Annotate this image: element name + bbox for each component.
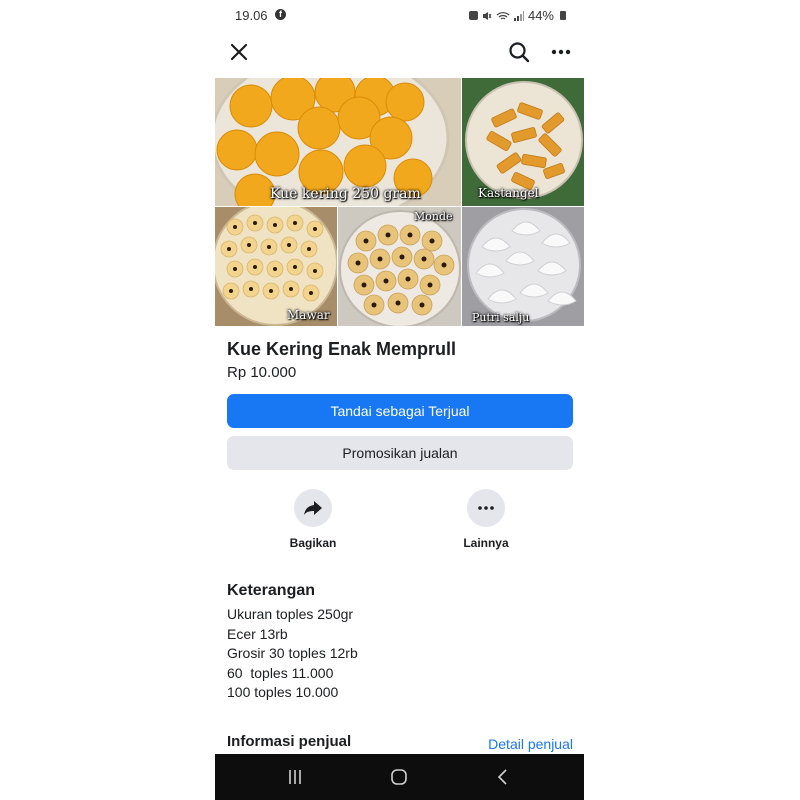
description-line: Ecer 13rb <box>227 625 288 642</box>
description-heading: Keterangan <box>227 582 316 599</box>
photo-label: Kue kering 250 gram <box>270 186 421 202</box>
back-icon[interactable] <box>493 767 513 787</box>
more-action[interactable]: Lainnya <box>441 489 531 550</box>
photo-label: Mawar <box>287 308 330 322</box>
photo-kue-kering[interactable]: Kue kering 250 gram <box>215 78 461 206</box>
marketplace-listing-screen: 19.06 f 44% Kue kering 250 gram Kastange… <box>215 0 584 800</box>
system-navigation-bar <box>215 754 584 800</box>
search-icon[interactable] <box>507 40 531 64</box>
photo-putri-salju[interactable]: Putri salju <box>462 207 584 326</box>
status-time: 19.06 <box>235 8 268 23</box>
mark-as-sold-button[interactable]: Tandai sebagai Terjual <box>227 394 573 428</box>
status-bar: 19.06 f 44% <box>215 0 584 30</box>
description-line: 100 toples 10.000 <box>227 684 339 700</box>
recent-apps-icon[interactable] <box>285 767 305 787</box>
listing-price: Rp 10.000 <box>227 364 297 381</box>
share-icon <box>304 501 322 515</box>
more-label: Lainnya <box>463 536 509 550</box>
seller-info-heading: Informasi penjual <box>227 733 352 750</box>
seller-details-link[interactable]: Detail penjual <box>488 736 573 752</box>
alarm-icon <box>468 11 478 20</box>
share-button[interactable] <box>294 489 332 527</box>
photo-label: Putri salju <box>472 311 530 324</box>
monde-photo <box>338 207 461 326</box>
close-icon[interactable] <box>227 40 251 64</box>
signal-icon <box>513 10 524 21</box>
more-options-button[interactable] <box>467 489 505 527</box>
mute-icon <box>482 11 492 20</box>
promote-listing-button[interactable]: Promosikan jualan <box>227 436 573 470</box>
photo-label: Monde <box>414 210 453 223</box>
photo-monde[interactable]: Monde <box>338 207 461 326</box>
listing-photo-collage[interactable]: Kue kering 250 gram Kastangel Mawar Mond… <box>215 78 584 326</box>
description-line: 60 toples 11.000 <box>227 664 334 681</box>
share-action[interactable]: Bagikan <box>268 489 358 550</box>
description-line: Ukuran toples 250gr <box>227 606 354 622</box>
photo-label: Kastangel <box>478 186 539 200</box>
battery-icon <box>560 11 566 20</box>
putri-salju-photo <box>462 207 584 326</box>
status-icons: 44% <box>468 8 566 23</box>
more-icon[interactable] <box>549 40 573 64</box>
more-horizontal-icon <box>478 506 494 510</box>
listing-title: Kue Kering Enak Memprull <box>227 339 457 359</box>
photo-mawar[interactable]: Mawar <box>215 207 337 326</box>
home-icon[interactable] <box>389 767 409 787</box>
description-text: Ukuran toples 250gr Ecer 13rb Grosir 30 … <box>227 605 358 703</box>
description-line: Grosir 30 toples 12rb <box>227 645 358 661</box>
photo-kastangel[interactable]: Kastangel <box>462 78 584 206</box>
battery-percent: 44% <box>527 8 554 23</box>
wifi-icon <box>496 11 510 20</box>
facebook-notification-icon: f <box>275 9 286 20</box>
top-navigation <box>215 36 584 68</box>
share-label: Bagikan <box>289 536 337 550</box>
